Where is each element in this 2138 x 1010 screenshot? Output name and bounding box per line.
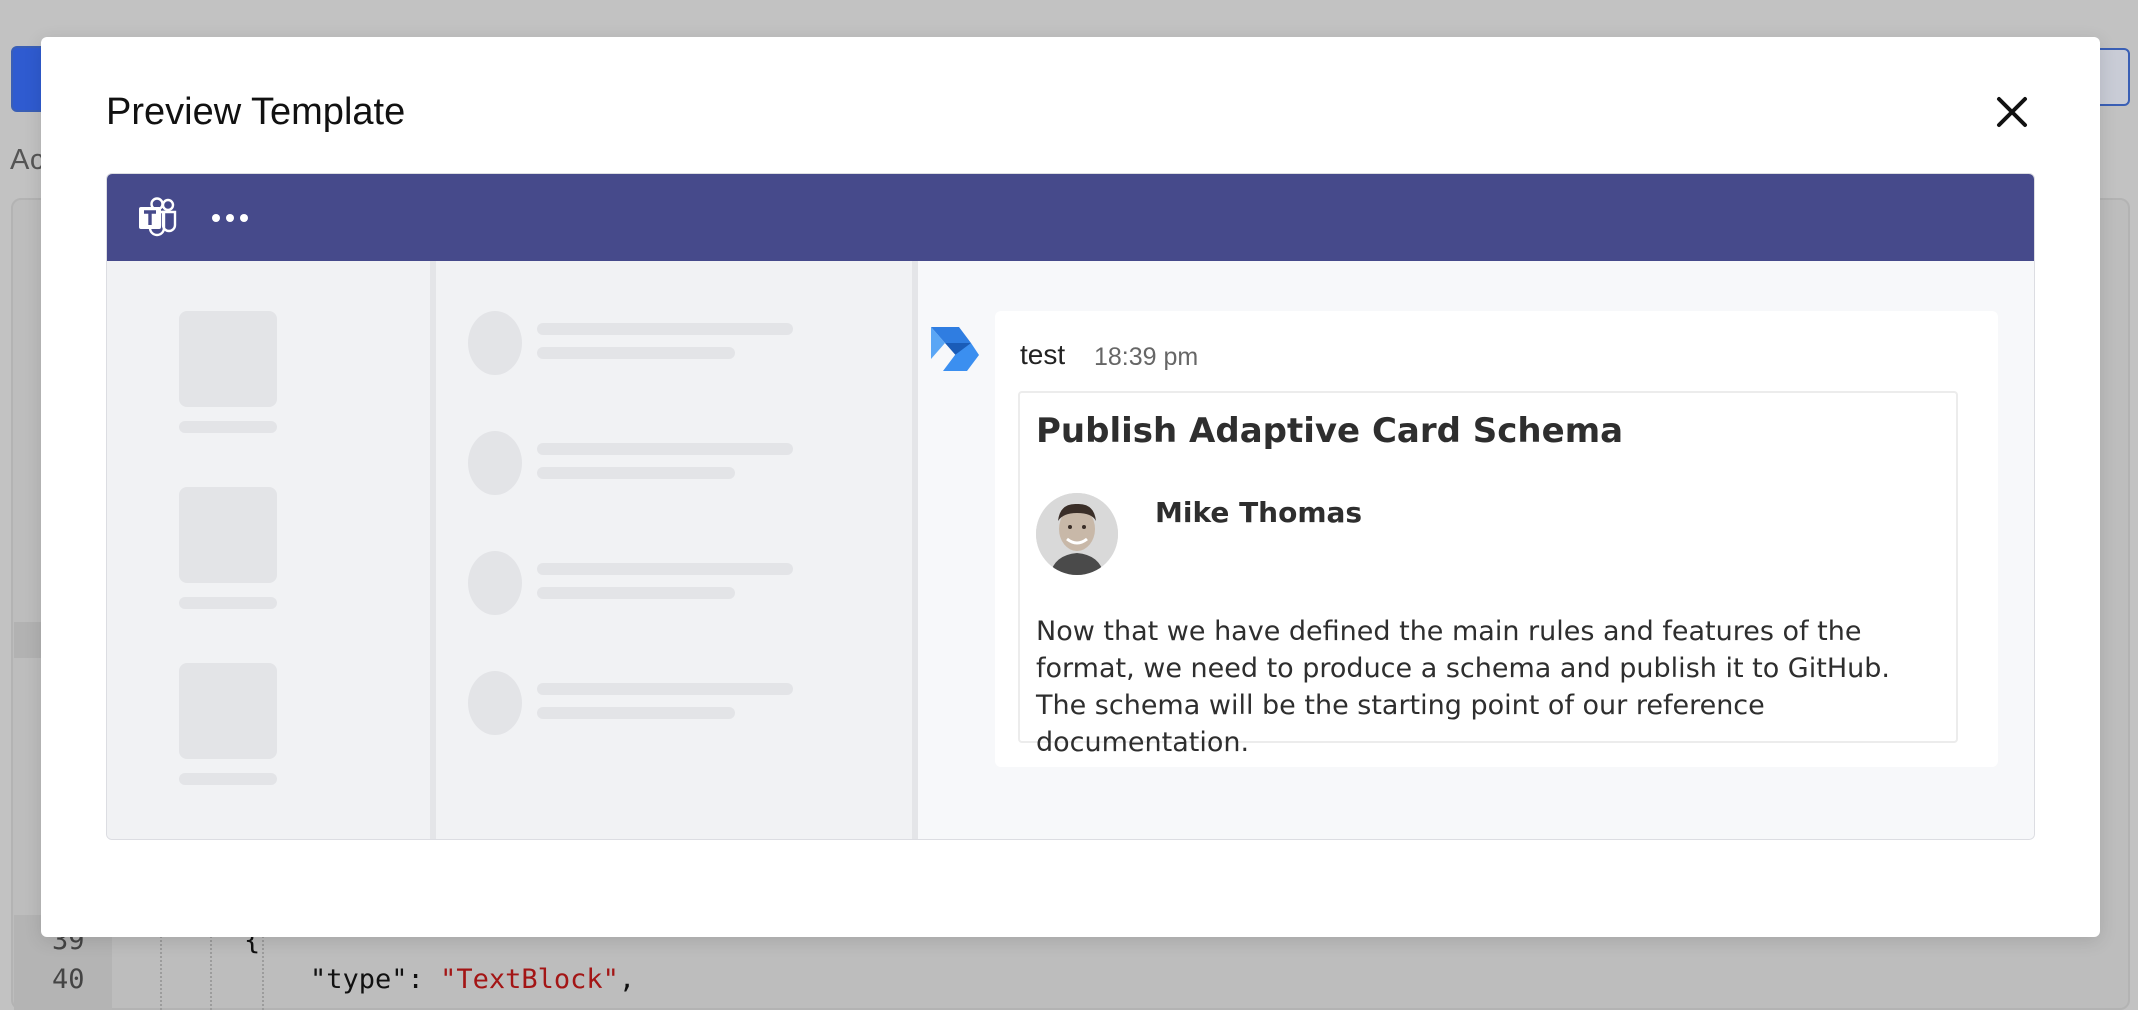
skeleton-line: [179, 597, 277, 609]
adaptive-card: Publish Adaptive Card Schema Mike Thomas…: [1018, 391, 1958, 758]
skeleton-line: [179, 421, 277, 433]
skeleton-line: [537, 467, 735, 479]
teams-icon: [139, 197, 177, 237]
power-automate-icon: [931, 327, 979, 371]
skeleton-line: [537, 443, 793, 455]
skeleton-avatar: [468, 431, 522, 495]
line-number: 40: [52, 964, 85, 995]
code-line-40: "type": "TextBlock",: [310, 964, 636, 995]
teams-header-bar: [107, 174, 2034, 261]
chat-message: test 18:39 pm Publish Adaptive Card Sche…: [995, 311, 1998, 767]
chat-pane: test 18:39 pm Publish Adaptive Card Sche…: [918, 261, 2034, 839]
author-avatar: [1036, 493, 1118, 575]
background-dropdown-button: [2096, 48, 2130, 106]
close-icon: [1997, 97, 2027, 127]
avatar-photo: [1036, 493, 1118, 575]
skeleton-line: [537, 563, 793, 575]
teams-preview: test 18:39 pm Publish Adaptive Card Sche…: [106, 173, 2035, 840]
background-section-label: Ac: [10, 144, 45, 176]
skeleton-tile: [179, 311, 277, 407]
skeleton-avatar: [468, 551, 522, 615]
message-timestamp: 18:39 pm: [1094, 343, 1199, 371]
skeleton-tile: [179, 487, 277, 583]
modal-title: Preview Template: [106, 91, 406, 133]
skeleton-line: [537, 683, 793, 695]
app-rail-skeleton: [107, 261, 430, 839]
preview-template-modal: Preview Template test 18:39 pm Publish A…: [41, 37, 2100, 937]
skeleton-avatar: [468, 671, 522, 735]
card-author-name: Mike Thomas: [1155, 496, 1363, 529]
card-body-text: Now that we have defined the main rules …: [1036, 616, 1890, 758]
message-sender: test: [1020, 339, 1066, 370]
skeleton-line: [179, 773, 277, 785]
card-title: Publish Adaptive Card Schema: [1036, 411, 1624, 451]
ellipsis-icon[interactable]: [211, 210, 249, 226]
skeleton-line: [537, 323, 793, 335]
skeleton-line: [537, 707, 735, 719]
skeleton-line: [537, 587, 735, 599]
skeleton-line: [537, 347, 735, 359]
skeleton-tile: [179, 663, 277, 759]
chat-list-skeleton: [436, 261, 912, 839]
skeleton-avatar: [468, 311, 522, 375]
background-editor-stripe: [14, 622, 44, 658]
close-button[interactable]: [1989, 89, 2035, 135]
